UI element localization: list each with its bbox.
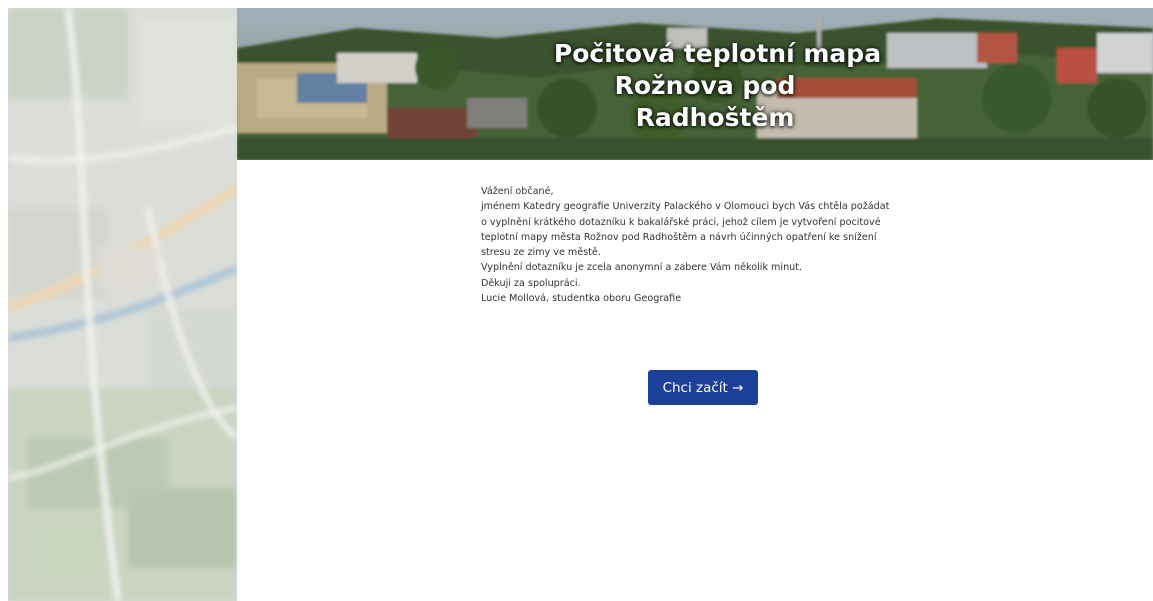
title-line-2: Rožnova pod — [614, 71, 796, 100]
signature: Lucie Mollová, studentka oboru Geografie — [481, 293, 682, 305]
title-line-3: Radhoštěm — [635, 103, 795, 132]
intro-line: Vyplnění dotazníku je zcela anonymní a z… — [481, 262, 803, 274]
map-illustration — [8, 8, 237, 601]
intro-line: jménem Katedry geografie Univerzity Pala… — [481, 201, 890, 213]
background-map — [8, 8, 237, 601]
title-line-1: Počitová teplotní mapa — [553, 39, 882, 68]
survey-intro-page: Počitová teplotní mapa Rožnova pod Radho… — [0, 0, 1153, 601]
header-banner: Počitová teplotní mapa Rožnova pod Radho… — [237, 8, 1153, 160]
intro-line: teplotní mapy města Rožnov pod Radhoštěm… — [481, 231, 877, 243]
intro-line: stresu ze zimy ve městě. — [481, 247, 601, 259]
page-title: Počitová teplotní mapa Rožnova pod Radho… — [237, 38, 1153, 134]
greeting: Vážení občané, — [481, 186, 554, 197]
intro-text: Vážení občané, jménem Katedry geografie … — [481, 184, 921, 306]
intro-line: Děkuji za spolupráci. — [481, 277, 581, 289]
start-survey-button[interactable]: Chci začít → — [648, 370, 758, 405]
intro-line: o vyplnění krátkého dotazníku k bakalářs… — [481, 216, 881, 228]
